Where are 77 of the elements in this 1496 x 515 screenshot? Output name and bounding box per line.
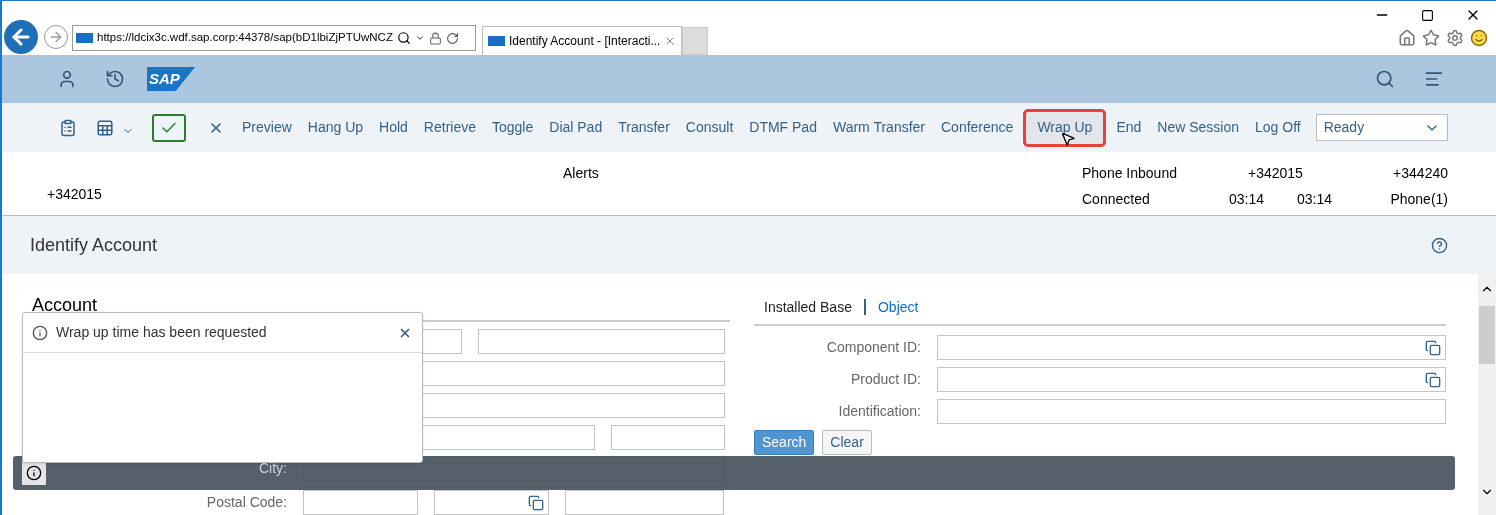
section-title: Account [32, 294, 98, 316]
section-tab[interactable]: Installed Base [754, 296, 852, 318]
channel-name: Phone(1) [1389, 190, 1448, 209]
settings-icon[interactable] [1446, 29, 1464, 47]
accept-button[interactable] [152, 113, 186, 142]
call-status: Connected [1082, 190, 1151, 209]
section-tab[interactable]: Object [877, 296, 919, 318]
call-duration: 03:14 [1228, 190, 1266, 209]
from-number: +342015 [1247, 164, 1304, 183]
info-icon [26, 465, 42, 481]
caller-number: +342015 [47, 185, 102, 204]
toolbar-action[interactable]: Conference [933, 113, 1022, 142]
maximize-icon[interactable] [1421, 8, 1434, 22]
toolbar-action[interactable]: New Session [1149, 113, 1247, 142]
back-button[interactable] [4, 20, 38, 54]
scrollbar[interactable] [1478, 274, 1496, 515]
site-favicon [488, 36, 505, 46]
notification-message: Wrap up time has been requested [56, 323, 267, 342]
input-field[interactable] [611, 425, 725, 450]
toolbar-action[interactable]: End [1108, 113, 1150, 142]
lock-icon [428, 31, 442, 45]
status-select[interactable]: Ready [1315, 114, 1448, 141]
toolbar-action[interactable]: Dial Pad [541, 113, 611, 142]
input-field[interactable] [937, 367, 1446, 392]
url-text: https://ldcix3c.wdf.sap.corp:44378/sap(bD1lbiZjPTUwNCZ [97, 30, 393, 46]
value-help-icon[interactable] [528, 494, 544, 511]
search-icon[interactable] [396, 31, 411, 45]
field-label: City: [259, 459, 287, 478]
page-title: Identify Account [30, 233, 158, 257]
input-field[interactable] [565, 490, 724, 515]
toolbar-action[interactable]: Transfer [610, 113, 678, 142]
smiley-icon[interactable] [1470, 29, 1488, 47]
toolbar-action[interactable]: Consult [677, 113, 742, 142]
address-bar[interactable]: https://ldcix3c.wdf.sap.corp:44378/sap(bD1lbiZjPTUwNCZ [72, 25, 476, 51]
value-help-icon[interactable] [1425, 371, 1441, 388]
toolbar-action[interactable]: Retrieve [415, 113, 484, 142]
alerts-label: Alerts [563, 164, 599, 183]
site-favicon [76, 33, 93, 43]
field-label: Component ID: [825, 338, 921, 357]
clear-button[interactable]: Clear [822, 430, 872, 455]
favorites-star-icon[interactable] [1422, 29, 1440, 47]
input-field[interactable] [478, 329, 725, 354]
toolbar-action[interactable]: Preview [234, 113, 300, 142]
table-icon[interactable] [96, 118, 114, 137]
tab-title: Identify Account - [Interacti... [509, 33, 661, 50]
user-icon[interactable] [57, 69, 77, 89]
toolbar-action[interactable]: Log Off [1247, 113, 1309, 142]
channel-type: Phone Inbound [1082, 164, 1178, 183]
toolbar-action[interactable]: Hang Up [299, 113, 372, 142]
clipboard-icon[interactable] [59, 118, 77, 137]
info-button[interactable] [22, 461, 46, 485]
history-icon[interactable] [105, 69, 125, 89]
forward-arrow-icon [48, 29, 64, 45]
refresh-icon[interactable] [445, 31, 459, 45]
input-field[interactable] [303, 490, 418, 515]
notes-icon[interactable] [1424, 69, 1444, 89]
input-field[interactable] [937, 335, 1446, 360]
toolbar-action[interactable]: Hold [371, 113, 416, 142]
input-field[interactable] [434, 490, 549, 515]
help-icon[interactable] [1431, 236, 1448, 254]
dropdown-caret-icon[interactable] [414, 33, 425, 43]
field-label: Product ID: [849, 370, 921, 389]
field-label: Identification: [837, 402, 921, 421]
input-field[interactable] [937, 399, 1446, 424]
value-help-icon[interactable] [1425, 339, 1441, 356]
toolbar-action[interactable]: Wrap Up [1023, 108, 1107, 147]
to-number: +344240 [1392, 164, 1448, 183]
talk-time: 03:14 [1296, 190, 1334, 209]
info-icon [32, 324, 48, 341]
sap-logo[interactable]: SAP [147, 67, 195, 91]
home-icon[interactable] [1398, 29, 1416, 47]
scrollbar-thumb[interactable] [1479, 306, 1495, 364]
field-label: Postal Code: [206, 493, 287, 512]
toolbar-action[interactable]: Warm Transfer [824, 113, 933, 142]
search-button[interactable]: Search [754, 430, 815, 455]
toolbar-action[interactable]: Toggle [484, 113, 542, 142]
toolbar-action[interactable]: DTMF Pad [741, 113, 825, 142]
